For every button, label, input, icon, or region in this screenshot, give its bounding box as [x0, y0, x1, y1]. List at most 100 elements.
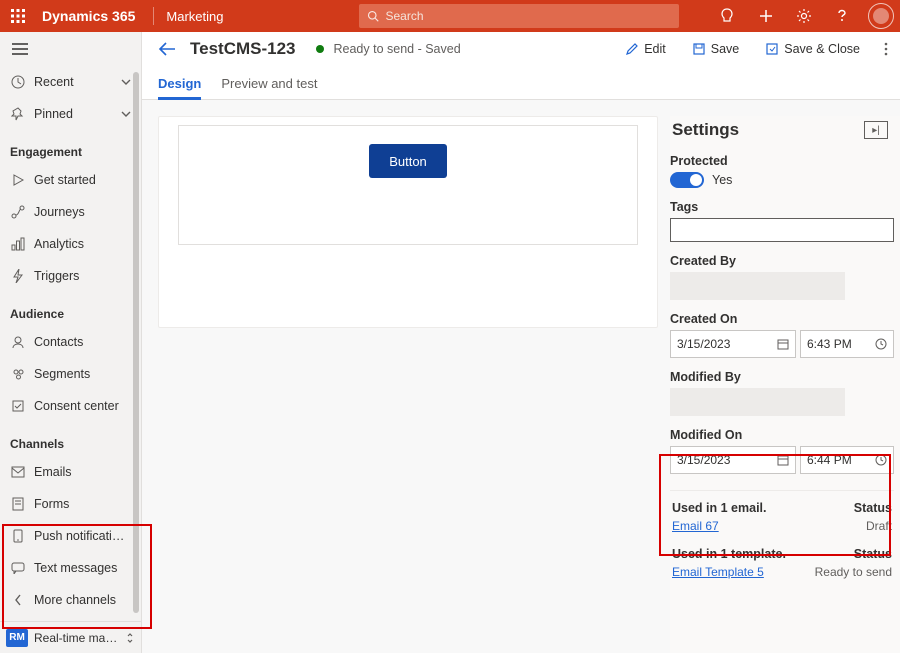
tags-input[interactable] [670, 218, 894, 242]
used-email-title: Used in 1 email. [672, 501, 766, 515]
modified-by-value [670, 388, 845, 416]
created-by-label: Created By [670, 254, 894, 268]
play-icon [10, 174, 26, 186]
chevron-down-icon [121, 79, 131, 85]
created-on-time[interactable]: 6:43 PM [800, 330, 894, 358]
sidebar-item-text[interactable]: Text messages [0, 552, 141, 584]
sidebar-item-forms[interactable]: Forms [0, 488, 141, 520]
used-template-status-label: Status [854, 547, 892, 561]
calendar-icon [777, 454, 789, 466]
save-button[interactable]: Save [684, 36, 748, 62]
settings-gear-icon[interactable] [788, 0, 820, 32]
settings-title: Settings [672, 120, 739, 140]
clock-icon [875, 454, 887, 466]
sidebar-item-segments[interactable]: Segments [0, 358, 141, 390]
sidebar-header-engagement: Engagement [0, 130, 141, 164]
chart-icon [10, 237, 26, 251]
back-button[interactable] [154, 36, 180, 62]
sidebar-header-audience: Audience [0, 292, 141, 326]
sidebar-scrollbar[interactable] [131, 72, 141, 613]
swap-icon [125, 632, 135, 644]
sidebar-item-push[interactable]: Push notifications [0, 520, 141, 552]
status-dot [316, 45, 324, 53]
app-name: Marketing [166, 9, 233, 24]
area-badge: RM [6, 629, 28, 647]
created-on-date[interactable]: 3/15/2023 [670, 330, 796, 358]
page-title: TestCMS-123 [190, 39, 296, 59]
sidebar-header-channels: Channels [0, 422, 141, 456]
sidebar-item-recent[interactable]: Recent [0, 66, 141, 98]
top-bar: Dynamics 365 Marketing Search [0, 0, 900, 32]
save-close-button[interactable]: Save & Close [757, 36, 868, 62]
used-email-status: Draft [866, 519, 892, 533]
modified-on-label: Modified On [670, 428, 894, 442]
journey-icon [10, 205, 26, 219]
user-avatar[interactable] [868, 3, 894, 29]
area-switcher[interactable]: RM Real-time marketi… [0, 621, 141, 653]
more-commands[interactable] [878, 36, 894, 62]
tab-design[interactable]: Design [158, 76, 201, 99]
used-template-title: Used in 1 template. [672, 547, 786, 561]
sidebar-item-emails[interactable]: Emails [0, 456, 141, 488]
person-icon [10, 335, 26, 349]
more-vertical-icon [884, 42, 888, 56]
created-by-value [670, 272, 845, 300]
sidebar-item-triggers[interactable]: Triggers [0, 260, 141, 292]
form-icon [10, 497, 26, 511]
clock-icon [10, 75, 26, 89]
sidebar-item-consent[interactable]: Consent center [0, 390, 141, 422]
settings-panel: Settings ▸| Protected Yes Tags Created B… [670, 116, 900, 653]
save-close-icon [765, 42, 779, 56]
add-icon[interactable] [750, 0, 782, 32]
help-icon[interactable] [826, 0, 858, 32]
consent-icon [10, 399, 26, 413]
button-element[interactable]: Button [369, 144, 447, 178]
modified-on-date[interactable]: 3/15/2023 [670, 446, 796, 474]
created-on-label: Created On [670, 312, 894, 326]
used-email-status-label: Status [854, 501, 892, 515]
sidebar-item-analytics[interactable]: Analytics [0, 228, 141, 260]
global-search[interactable]: Search [359, 4, 679, 28]
collapse-panel-icon[interactable]: ▸| [864, 121, 888, 139]
sidebar-item-journeys[interactable]: Journeys [0, 196, 141, 228]
calendar-icon [777, 338, 789, 350]
modified-by-label: Modified By [670, 370, 894, 384]
search-placeholder: Search [385, 9, 423, 23]
email-body[interactable]: Button [178, 125, 638, 245]
hamburger-icon[interactable] [0, 32, 141, 66]
used-template-link[interactable]: Email Template 5 [672, 565, 764, 579]
chevron-left-icon [10, 594, 26, 606]
form-tabs: Design Preview and test [142, 66, 900, 100]
protected-value: Yes [712, 173, 732, 187]
topbar-divider [153, 7, 154, 25]
sms-icon [10, 562, 26, 574]
email-icon [10, 466, 26, 478]
sidebar-item-contacts[interactable]: Contacts [0, 326, 141, 358]
edit-button[interactable]: Edit [617, 36, 674, 62]
modified-on-time[interactable]: 6:44 PM [800, 446, 894, 474]
tab-preview[interactable]: Preview and test [221, 76, 317, 99]
sidebar-item-pinned[interactable]: Pinned [0, 98, 141, 130]
status-text: Ready to send - Saved [334, 42, 461, 56]
site-map: Recent Pinned Engagement Get started Jou… [0, 32, 142, 653]
sidebar-item-more-channels[interactable]: More channels [0, 584, 141, 616]
search-icon [367, 10, 379, 22]
assistant-icon[interactable] [712, 0, 744, 32]
area-label: Real-time marketi… [34, 631, 119, 645]
segments-icon [10, 367, 26, 381]
chevron-down-icon [121, 111, 131, 117]
protected-toggle[interactable] [670, 172, 704, 188]
brand-label: Dynamics 365 [36, 8, 141, 24]
pin-icon [10, 107, 26, 121]
usage-email-section: Used in 1 email. Status Email 67 Draft [670, 490, 894, 533]
app-launcher-icon[interactable] [6, 4, 30, 28]
sidebar-item-get-started[interactable]: Get started [0, 164, 141, 196]
usage-template-section: Used in 1 template. Status Email Template… [670, 537, 894, 579]
designer-canvas[interactable]: Button [158, 116, 658, 328]
protected-label: Protected [670, 154, 894, 168]
save-icon [692, 42, 706, 56]
used-email-link[interactable]: Email 67 [672, 519, 719, 533]
tags-label: Tags [670, 200, 894, 214]
bolt-icon [10, 269, 26, 283]
edit-icon [625, 42, 639, 56]
